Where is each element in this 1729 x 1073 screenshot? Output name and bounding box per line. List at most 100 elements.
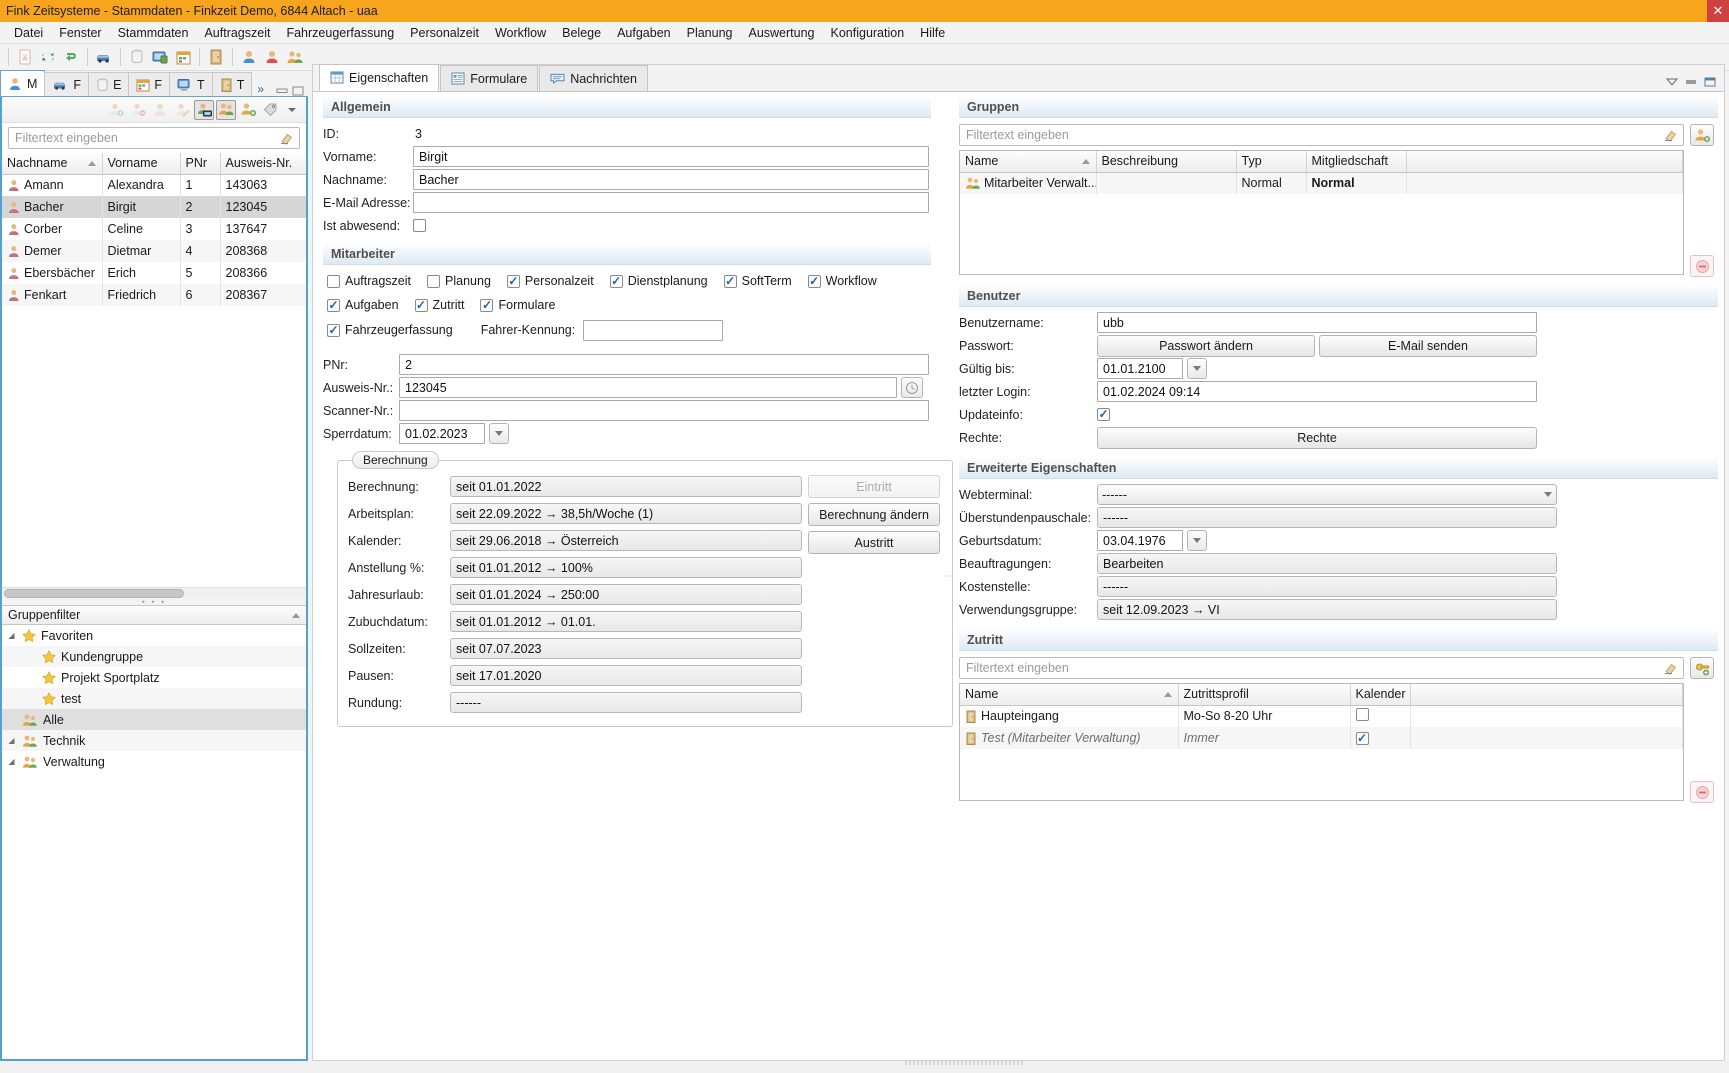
checkbox-personalzeit[interactable] xyxy=(506,274,520,288)
module-checkbox-aufgaben[interactable]: Aufgaben xyxy=(327,298,399,312)
module-tab-m-0[interactable]: M xyxy=(0,70,46,96)
berechnung-value-pausen[interactable]: seit 17.01.2020 xyxy=(450,665,802,686)
menu-item-datei[interactable]: Datei xyxy=(6,24,51,42)
module-checkbox-formulare[interactable]: Formulare xyxy=(480,298,555,312)
scanner-field[interactable] xyxy=(399,400,929,421)
checkbox-planung[interactable] xyxy=(427,274,441,288)
berechnung-value-arbeitsplan[interactable]: seit 22.09.2022 → 38,5h/Woche (1) xyxy=(450,503,802,524)
module-checkbox-auftragszeit[interactable]: Auftragszeit xyxy=(327,274,411,288)
expand-arrow-icon[interactable]: ◢ xyxy=(6,631,17,640)
chevron-down-icon[interactable] xyxy=(282,100,302,120)
checkbox-dienstplanung[interactable] xyxy=(609,274,623,288)
module-tab-f-1[interactable]: F xyxy=(44,72,90,96)
vorname-field[interactable]: Birgit xyxy=(413,146,929,167)
person-red-icon[interactable] xyxy=(150,100,170,120)
terminal-icon[interactable] xyxy=(149,46,171,68)
zutritt-add-button[interactable] xyxy=(1690,657,1714,679)
erweiterte-field-geburtsdatum[interactable]: 03.04.1976 xyxy=(1097,530,1183,551)
table-row[interactable]: Test (Mitarbeiter Verwaltung) Immer xyxy=(960,727,1683,749)
menu-item-fenster[interactable]: Fenster xyxy=(51,24,109,42)
table-row[interactable]: Amann Alexandra 1 143063 xyxy=(2,174,306,196)
expand-arrow-icon[interactable]: ◢ xyxy=(6,736,17,745)
table-row[interactable]: Bacher Birgit 2 123045 xyxy=(2,196,306,218)
geburtsdatum-calendar-dropdown[interactable] xyxy=(1187,530,1207,551)
person-card-icon[interactable] xyxy=(194,99,214,120)
add-person-icon[interactable] xyxy=(106,100,126,120)
ausweis-clock-icon[interactable] xyxy=(901,377,923,398)
menu-item-personalzeit[interactable]: Personalzeit xyxy=(402,24,487,42)
gruppen-filter-box[interactable] xyxy=(959,124,1684,146)
zutritt-table-box[interactable]: Name Zutrittsprofil Kalender Haupteingang M… xyxy=(959,683,1684,801)
module-checkbox-zutritt[interactable]: Zutritt xyxy=(414,298,464,312)
button-austritt[interactable]: Austritt xyxy=(808,531,940,554)
menu-item-stammdaten[interactable]: Stammdaten xyxy=(110,24,197,42)
table-row[interactable]: Demer Dietmar 4 208368 xyxy=(2,240,306,262)
updateinfo-checkbox[interactable] xyxy=(1097,408,1110,421)
module-checkbox-planung[interactable]: Planung xyxy=(427,274,491,288)
menu-item-planung[interactable]: Planung xyxy=(679,24,741,42)
gruppen-col-mitgliedschaft[interactable]: Mitgliedschaft xyxy=(1306,151,1407,173)
fahrer-kennung-field[interactable] xyxy=(583,319,724,341)
gruppen-col-name[interactable]: Name xyxy=(960,151,1097,173)
module-tab-t-4[interactable]: T xyxy=(169,72,213,96)
checkbox-auftragszeit[interactable] xyxy=(327,274,340,288)
zutritt-table-body[interactable]: Haupteingang Mo-So 8-20 Uhr Test (Mitarbei… xyxy=(960,705,1683,749)
berechnung-value-kalender[interactable]: seit 29.06.2018 → Österreich xyxy=(450,530,802,551)
erweiterte-field-verwendungsgruppe[interactable]: seit 12.09.2023 → VI xyxy=(1097,599,1557,620)
gueltig-bis-field[interactable]: 01.01.2100 xyxy=(1097,358,1183,379)
zutritt-filter-box[interactable] xyxy=(959,657,1684,679)
button-berechnungndern[interactable]: Berechnung ändern xyxy=(808,503,940,526)
people-table-body[interactable]: Amann Alexandra 1 143063 Bacher Birgit 2 123045… xyxy=(2,174,306,306)
remove-person-icon[interactable] xyxy=(128,100,148,120)
passwort-aendern-button[interactable]: Passwort ändern xyxy=(1097,334,1315,357)
gueltig-bis-calendar-dropdown[interactable] xyxy=(1187,358,1207,379)
people-col-pnr[interactable]: PNr xyxy=(180,153,221,175)
tree-node-kundengruppe[interactable]: Kundengruppe xyxy=(2,646,306,667)
table-row[interactable]: Ebersbächer Erich 5 208366 xyxy=(2,262,306,284)
tree-node-favoriten[interactable]: ◢ Favoriten xyxy=(2,625,306,646)
edit-person-icon[interactable] xyxy=(172,100,192,120)
people-col-vorname[interactable]: Vorname xyxy=(102,153,181,175)
car-icon[interactable] xyxy=(93,46,115,68)
zutritt-remove-button[interactable] xyxy=(1690,781,1714,803)
table-row[interactable]: Mitarbeiter Verwalt... Normal Normal xyxy=(960,172,1683,194)
door-icon[interactable] xyxy=(205,46,227,68)
zutritt-col-zutrittsprofil[interactable]: Zutrittsprofil xyxy=(1178,684,1351,706)
people-col-nachname[interactable]: Nachname xyxy=(2,153,103,175)
menu-item-workflow[interactable]: Workflow xyxy=(487,24,554,42)
gruppen-table-box[interactable]: Name Beschreibung Typ Mitgliedschaft Mitarb… xyxy=(959,150,1684,275)
table-row[interactable]: Corber Celine 3 137647 xyxy=(2,218,306,240)
person-add-green-icon[interactable] xyxy=(238,100,258,120)
checkbox-workflow[interactable] xyxy=(807,274,821,288)
menu-item-konfiguration[interactable]: Konfiguration xyxy=(823,24,913,42)
module-tab-e-2[interactable]: E xyxy=(88,72,130,96)
tab-nachrichten[interactable]: Nachrichten xyxy=(539,65,648,91)
checkbox-aufgaben[interactable] xyxy=(327,298,340,312)
email-senden-button[interactable]: E-Mail senden xyxy=(1319,334,1537,357)
tab-formulare[interactable]: Formulare xyxy=(440,65,539,91)
erweiterte-field-kostenstelle[interactable]: ------ xyxy=(1097,576,1557,597)
menu-item-belege[interactable]: Belege xyxy=(554,24,609,42)
fahrzeugerfassung-checkbox[interactable] xyxy=(327,323,340,337)
checkbox-softterm[interactable] xyxy=(723,274,737,288)
berechnung-value-anstellung[interactable]: seit 01.01.2012 → 100% xyxy=(450,557,802,578)
module-tabs-overflow-button[interactable]: » xyxy=(251,82,270,96)
email-field[interactable] xyxy=(413,192,929,213)
berechnung-value-sollzeiten[interactable]: seit 07.07.2023 xyxy=(450,638,802,659)
menu-item-auswertung[interactable]: Auswertung xyxy=(740,24,822,42)
database-icon[interactable] xyxy=(126,46,148,68)
berechnung-value-rundung[interactable]: ------ xyxy=(450,692,802,713)
expand-arrow-icon[interactable]: ◢ xyxy=(6,757,17,766)
berechnung-value-jahresurlaub[interactable]: seit 01.01.2024 → 250:00 xyxy=(450,584,802,605)
module-tab-f-3[interactable]: F xyxy=(128,72,171,96)
gruppen-remove-button[interactable] xyxy=(1690,255,1714,277)
person-red-icon[interactable] xyxy=(261,46,283,68)
fahrzeugerfassung-checkbox-row[interactable]: Fahrzeugerfassung xyxy=(327,323,453,337)
people-horizontal-scrollbar[interactable] xyxy=(2,587,306,598)
gruppen-col-typ[interactable]: Typ xyxy=(1236,151,1307,173)
zutritt-cell-kalender[interactable] xyxy=(1350,727,1411,749)
gruppen-col-blank[interactable] xyxy=(1406,151,1683,173)
tree-node-alle[interactable]: Alle xyxy=(2,709,306,730)
gruppen-col-beschreibung[interactable]: Beschreibung xyxy=(1096,151,1237,173)
close-window-button[interactable]: ✕ xyxy=(1707,0,1729,22)
